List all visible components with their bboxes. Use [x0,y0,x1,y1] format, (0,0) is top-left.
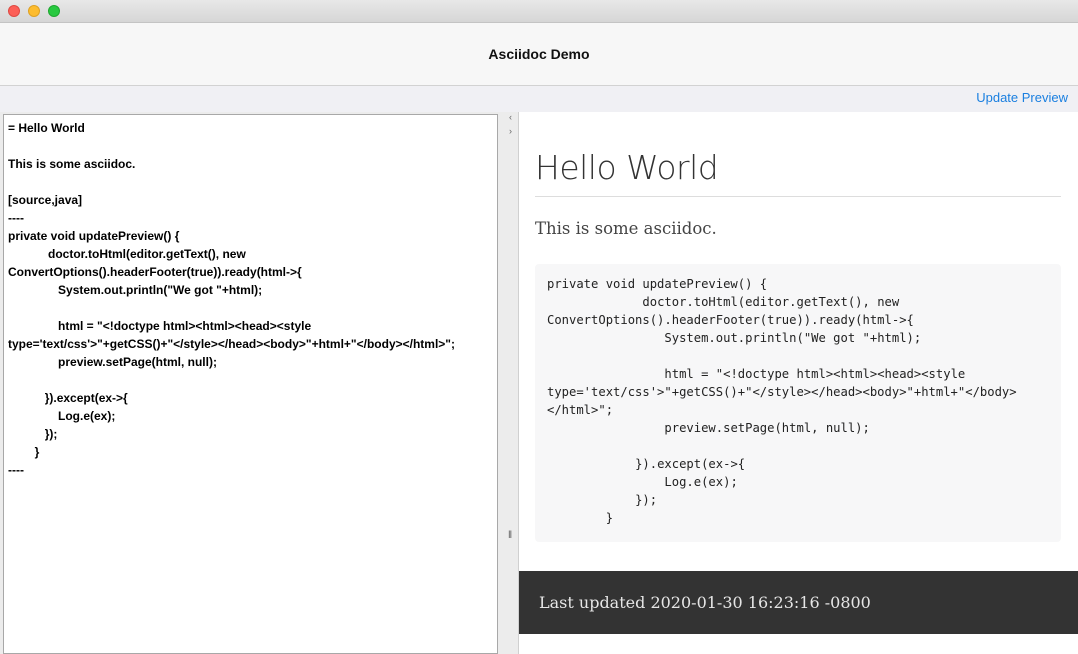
close-window-button[interactable] [8,5,20,17]
collapse-left-icon[interactable]: ‹ [509,112,512,122]
app-header: Asciidoc Demo [0,23,1078,86]
toolbar: Update Preview [0,86,1078,112]
page-title: Asciidoc Demo [488,46,590,62]
maximize-window-button[interactable] [48,5,60,17]
split-pane-divider[interactable]: ‹ › ‖ [501,112,517,654]
preview-heading: Hello World [535,148,719,187]
preview-code-block: private void updatePreview() { doctor.to… [535,264,1061,542]
code-listing: private void updatePreview() { doctor.to… [547,277,1017,525]
heading-divider [535,196,1061,197]
window-titlebar [0,0,1078,23]
drag-handle-icon[interactable]: ‖ [508,530,512,541]
preview-footer: Last updated 2020-01-30 16:23:16 -0800 [519,571,1078,634]
preview-paragraph: This is some asciidoc. [535,219,717,238]
collapse-right-icon[interactable]: › [509,126,512,136]
editor-text[interactable]: = Hello World This is some asciidoc. [so… [8,119,493,479]
minimize-window-button[interactable] [28,5,40,17]
html-preview-pane: Hello World This is some asciidoc. priva… [518,112,1078,654]
update-preview-button[interactable]: Update Preview [976,90,1068,105]
last-updated-text: Last updated 2020-01-30 16:23:16 -0800 [539,593,871,612]
asciidoc-editor[interactable]: = Hello World This is some asciidoc. [so… [3,114,498,654]
